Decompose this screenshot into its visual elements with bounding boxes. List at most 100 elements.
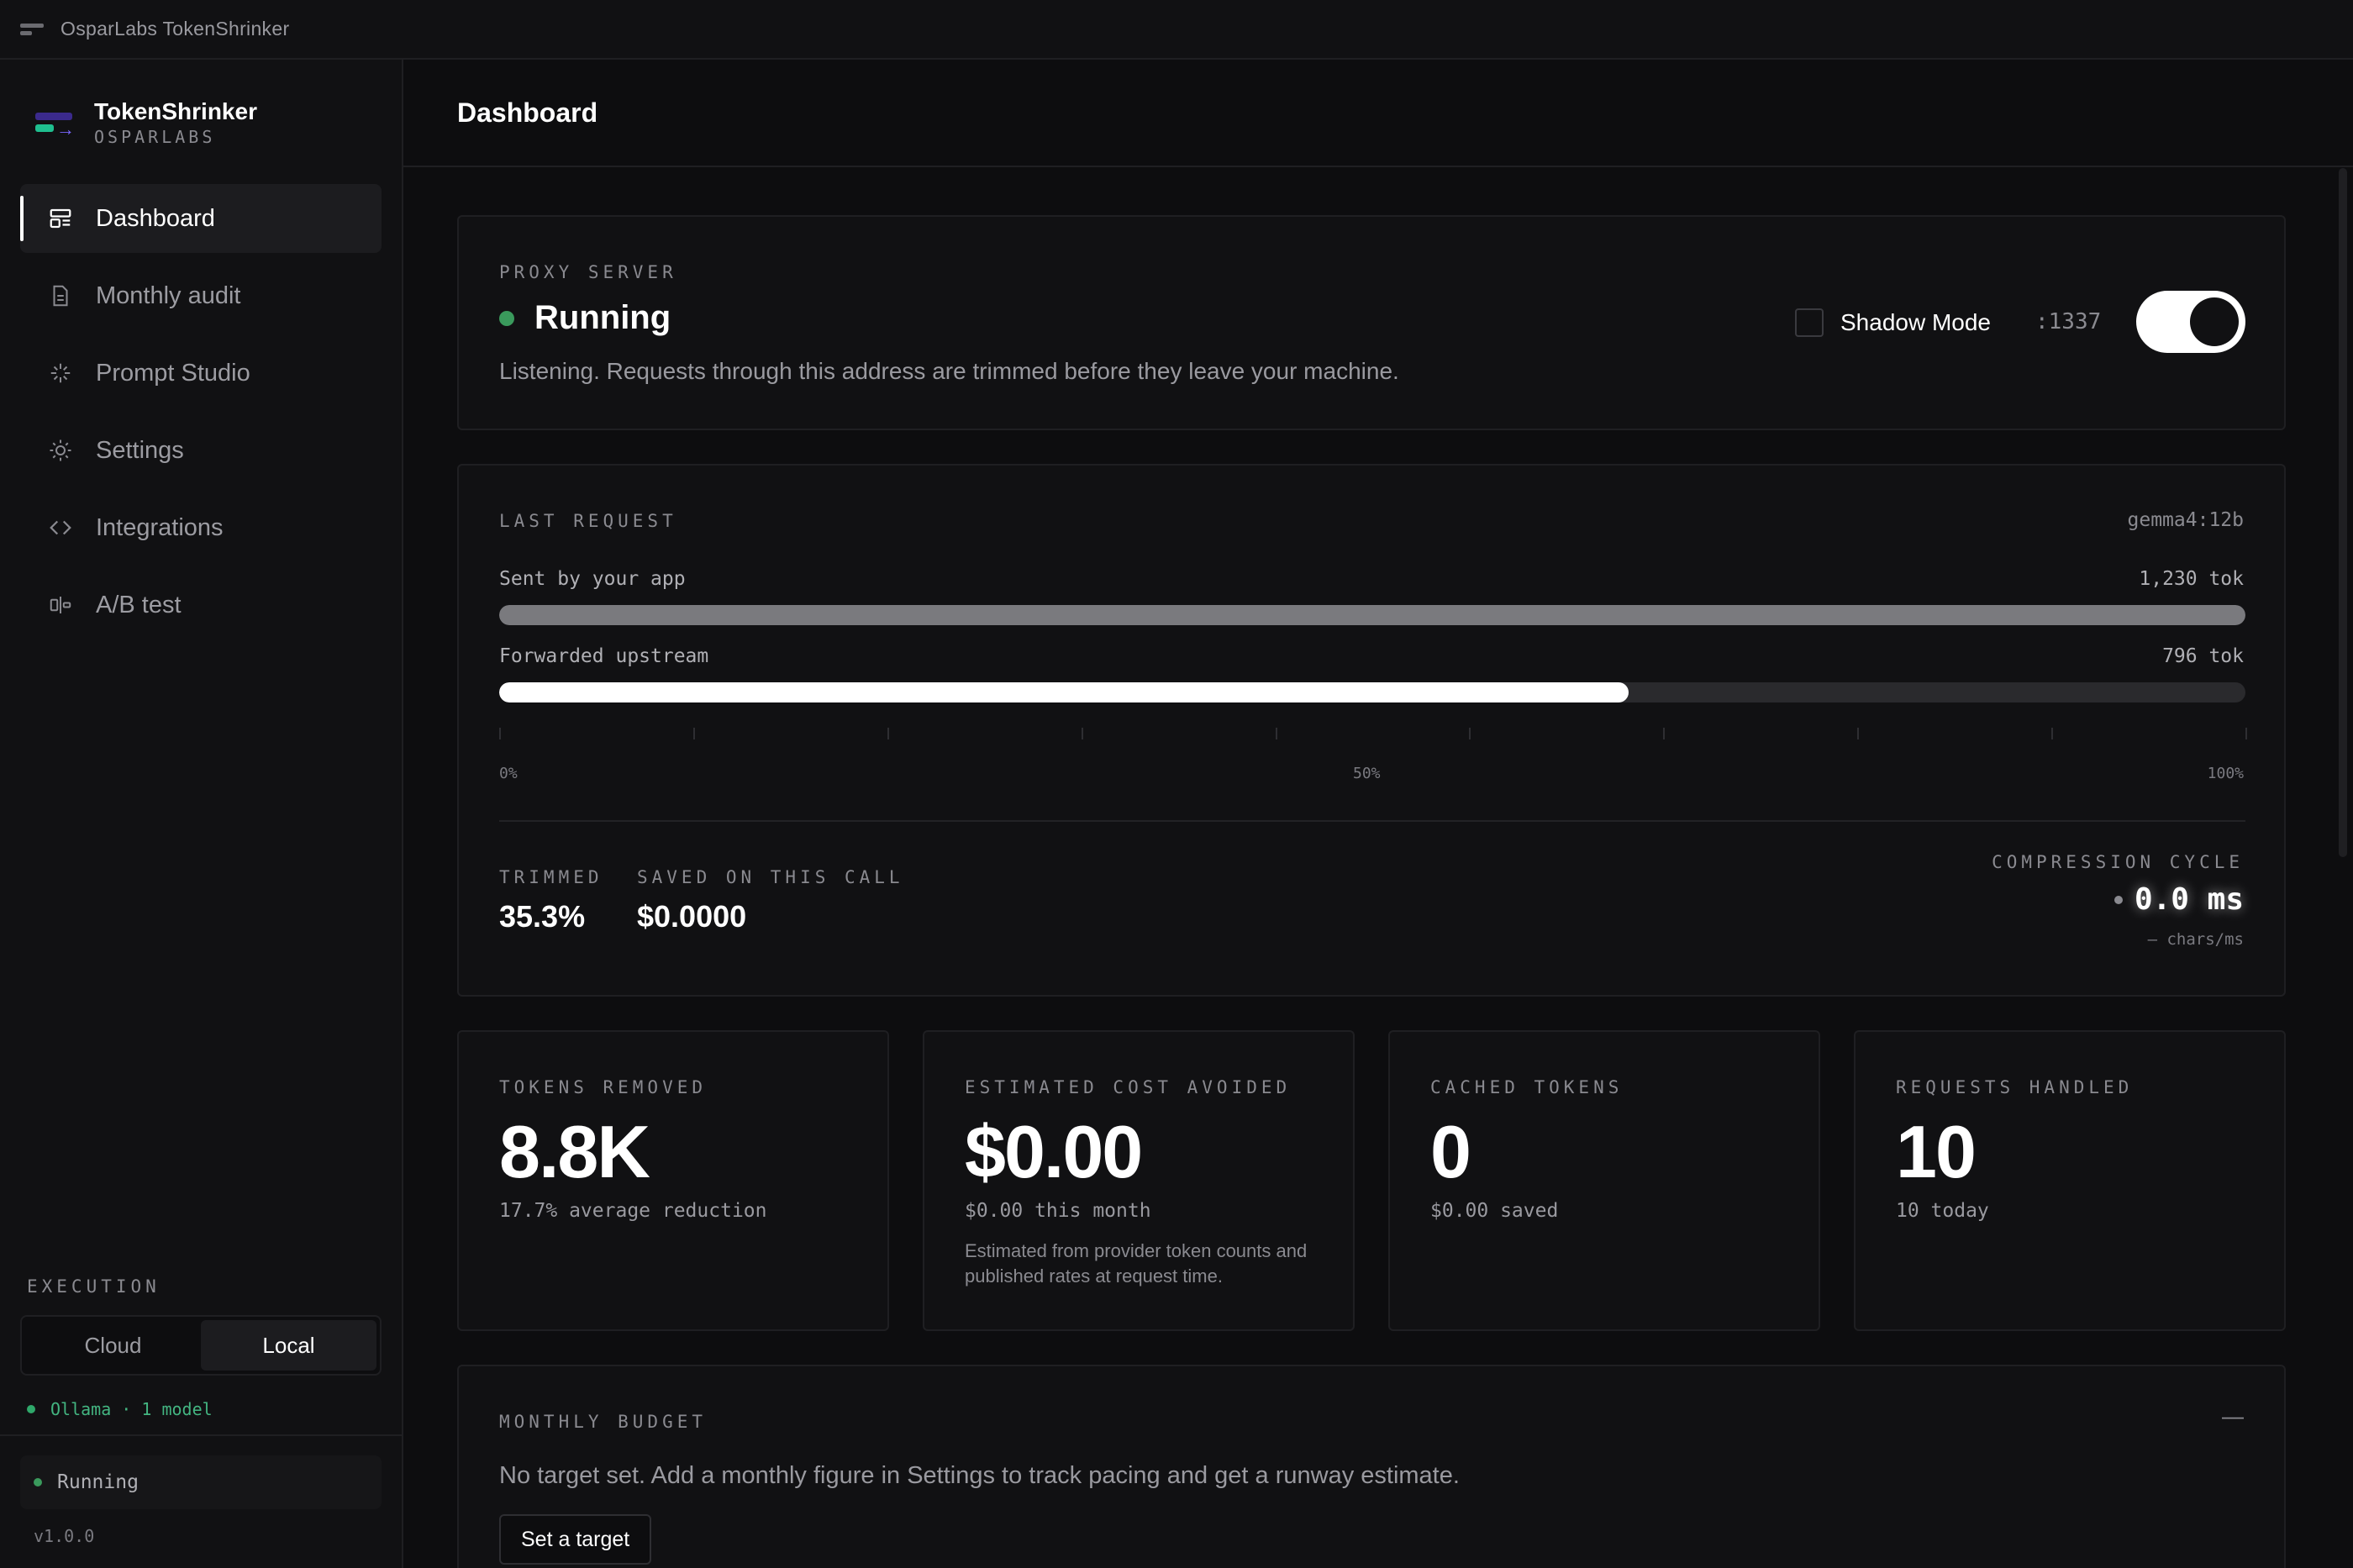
execution-toggle: Cloud Local: [20, 1315, 382, 1376]
sent-value: 1,230 tok: [2139, 568, 2244, 590]
dashboard-icon: [47, 205, 74, 232]
page-header: Dashboard: [403, 60, 2353, 167]
backend-status-text: Ollama · 1 model: [50, 1399, 213, 1419]
set-target-button[interactable]: Set a target: [499, 1514, 652, 1565]
divider: [0, 1434, 403, 1436]
execution-option-local[interactable]: Local: [201, 1320, 376, 1371]
cycle-value-row: 0.0 ms: [1992, 882, 2244, 917]
stat-card-requests-handled: REQUESTS HANDLED 10 10 today: [1854, 1030, 2286, 1331]
proxy-label: PROXY SERVER: [499, 262, 677, 282]
axis-tick: [1469, 728, 1471, 739]
execution-option-cloud[interactable]: Cloud: [25, 1320, 201, 1371]
sidebar-item-label: Dashboard: [96, 204, 215, 232]
cycle-value: 0.0 ms: [2134, 882, 2244, 917]
axis-ticks: [499, 728, 2247, 741]
stat-sub: $0.00 this month: [965, 1200, 1151, 1222]
window-titlebar: OsparLabs TokenShrinker: [0, 0, 2353, 60]
stat-note: Estimated from provider token counts and…: [965, 1240, 1308, 1286]
axis-tick: [2245, 728, 2247, 739]
proxy-server-card: PROXY SERVER Running Listening. Requests…: [457, 215, 2286, 430]
axis-tick: [1663, 728, 1666, 739]
stat-label: CACHED TOKENS: [1430, 1077, 1624, 1097]
stat-card-tokens-removed: TOKENS REMOVED 8.8K 17.7% average reduct…: [457, 1030, 889, 1331]
backend-status: Ollama · 1 model: [27, 1399, 213, 1419]
saved-stat: SAVED ON THIS CALL $0.0000: [637, 867, 904, 934]
sidebar-item-prompt-studio[interactable]: Prompt Studio: [20, 339, 382, 408]
sidebar-item-label: Monthly audit: [96, 282, 241, 309]
proxy-port: :1337: [2035, 309, 2102, 334]
app-version: v1.0.0: [34, 1526, 95, 1546]
monthly-budget-card: MONTHLY BUDGET — No target set. Add a mo…: [457, 1365, 2286, 1568]
sidebar-item-label: Prompt Studio: [96, 359, 250, 387]
brand-logo-icon: →: [34, 108, 75, 139]
sidebar-item-dashboard[interactable]: Dashboard: [20, 184, 382, 253]
sidebar-item-integrations[interactable]: Integrations: [20, 493, 382, 562]
window-title: OsparLabs TokenShrinker: [61, 18, 290, 39]
status-dot-icon: [27, 1405, 35, 1413]
sent-progress-bar: [499, 605, 2245, 625]
document-icon: [47, 282, 74, 309]
axis-tick: [1081, 728, 1083, 739]
sidebar-status-text: Running: [57, 1471, 139, 1493]
sidebar-status: Running: [20, 1455, 382, 1509]
stat-sub: 10 today: [1896, 1200, 1989, 1222]
saved-label: SAVED ON THIS CALL: [637, 867, 904, 887]
ab-test-icon: [47, 592, 74, 618]
forwarded-label: Forwarded upstream: [499, 645, 709, 667]
toggle-knob: [2190, 297, 2239, 346]
saved-value: $0.0000: [637, 899, 747, 934]
proxy-status: Running: [499, 299, 671, 337]
stat-value: 8.8K: [499, 1110, 650, 1193]
budget-label: MONTHLY BUDGET: [499, 1412, 708, 1432]
stat-sub: $0.00 saved: [1430, 1200, 1559, 1222]
brand[interactable]: → TokenShrinker OSPARLABS: [34, 98, 257, 147]
trimmed-stat: TRIMMED 35.3%: [499, 867, 603, 934]
trimmed-value: 35.3%: [499, 899, 586, 934]
proxy-toggle[interactable]: [2136, 291, 2245, 353]
model-name: gemma4:12b: [2127, 509, 2244, 531]
compression-cycle: COMPRESSION CYCLE 0.0 ms — chars/ms: [1992, 852, 2244, 949]
divider: [499, 820, 2245, 822]
cycle-sub: — chars/ms: [2147, 930, 2244, 949]
forwarded-progress-fill: [499, 682, 1629, 702]
brand-sub: OSPARLABS: [94, 127, 216, 147]
stat-label: ESTIMATED COST AVOIDED: [965, 1077, 1292, 1097]
forwarded-value: 796 tok: [2162, 645, 2244, 667]
stat-card-cached-tokens: CACHED TOKENS 0 $0.00 saved: [1388, 1030, 1820, 1331]
shadow-mode-checkbox[interactable]: Shadow Mode: [1795, 308, 1991, 337]
axis-label-mid: 50%: [1353, 765, 1381, 782]
forwarded-progress-bar: [499, 682, 2245, 702]
axis-tick: [1275, 728, 1277, 739]
axis-tick: [499, 728, 501, 739]
collapse-icon[interactable]: —: [2222, 1403, 2244, 1429]
code-icon: [47, 514, 74, 541]
stat-card-cost-avoided: ESTIMATED COST AVOIDED $0.00 $0.00 this …: [923, 1030, 1355, 1331]
sidebar: → TokenShrinker OSPARLABS Dashboard Mont…: [0, 60, 403, 1568]
cycle-label: COMPRESSION CYCLE: [1992, 852, 2244, 872]
stat-sub: 17.7% average reduction: [499, 1200, 767, 1222]
sidebar-nav: Dashboard Monthly audit Prompt Studio Se…: [20, 184, 382, 648]
sidebar-item-label: Settings: [96, 436, 184, 464]
status-dot-icon: [2113, 895, 2123, 904]
sent-progress-fill: [499, 605, 2245, 625]
status-dot-icon: [34, 1478, 42, 1486]
scrollbar[interactable]: [2339, 168, 2347, 857]
sidebar-item-ab-test[interactable]: A/B test: [20, 571, 382, 639]
stat-label: TOKENS REMOVED: [499, 1077, 708, 1097]
stat-label: REQUESTS HANDLED: [1896, 1077, 2134, 1097]
stat-value: 0: [1430, 1110, 1471, 1193]
sidebar-item-settings[interactable]: Settings: [20, 416, 382, 485]
checkbox-icon[interactable]: [1795, 308, 1824, 337]
status-dot-icon: [499, 310, 514, 326]
axis-tick: [692, 728, 695, 739]
proxy-description: Listening. Requests through this address…: [499, 358, 1399, 384]
sidebar-item-monthly-audit[interactable]: Monthly audit: [20, 261, 382, 330]
budget-text: No target set. Add a monthly figure in S…: [499, 1462, 1460, 1489]
axis-label-end: 100%: [2207, 765, 2244, 782]
execution-label: EXECUTION: [27, 1276, 161, 1297]
axis-label-start: 0%: [499, 765, 518, 782]
sent-label: Sent by your app: [499, 568, 686, 590]
brand-name: TokenShrinker: [94, 98, 257, 124]
shadow-mode-label: Shadow Mode: [1840, 309, 1992, 335]
trimmed-label: TRIMMED: [499, 867, 603, 887]
